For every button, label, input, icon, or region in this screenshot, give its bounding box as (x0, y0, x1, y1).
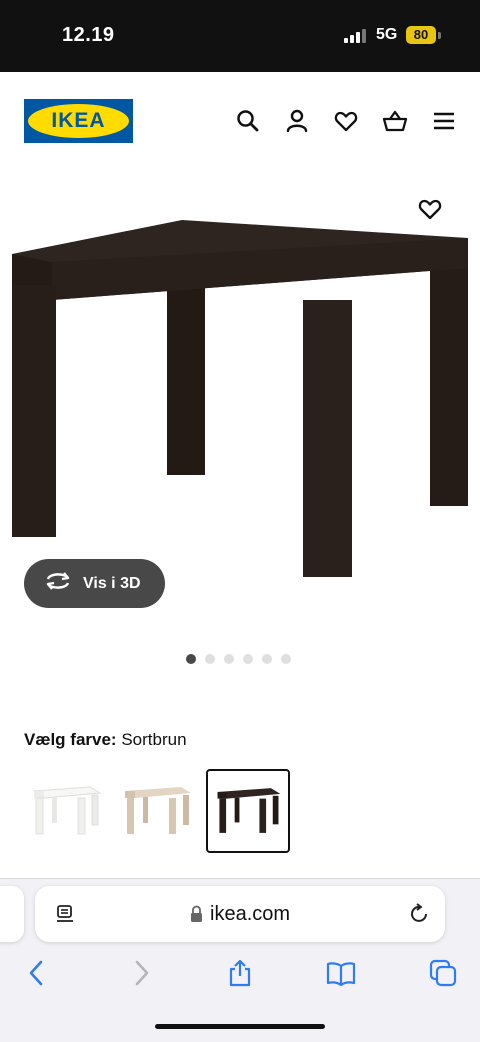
view-in-3d-button[interactable]: Vis i 3D (24, 559, 165, 608)
back-icon[interactable] (22, 958, 52, 988)
color-swatch-oak[interactable] (115, 769, 199, 853)
gallery-dot[interactable] (186, 654, 196, 664)
selected-color-name: Sortbrun (121, 730, 187, 749)
url-text[interactable]: ikea.com (210, 903, 290, 926)
product-image[interactable] (0, 180, 480, 600)
rotate-3d-icon (44, 570, 72, 597)
search-icon[interactable] (235, 108, 261, 134)
network-type: 5G (376, 26, 398, 43)
color-swatch-white[interactable] (24, 769, 108, 853)
heart-icon[interactable] (333, 108, 359, 134)
signal-icon (344, 29, 368, 43)
tabs-icon[interactable] (428, 958, 458, 988)
ikea-logo[interactable]: IKEA (24, 99, 133, 143)
logo-oval: IKEA (28, 104, 129, 138)
gallery-dot[interactable] (281, 654, 291, 664)
forward-icon[interactable] (126, 958, 156, 988)
lock-icon (190, 905, 203, 922)
battery-tip (438, 32, 441, 39)
reload-icon[interactable] (407, 902, 431, 926)
logo-text: IKEA (51, 109, 106, 132)
view-in-3d-label: Vis i 3D (83, 574, 141, 592)
status-bar: 12.19 5G 80 (0, 0, 480, 72)
gallery-dot[interactable] (262, 654, 272, 664)
bookmarks-icon[interactable] (326, 958, 356, 988)
gallery-dot[interactable] (205, 654, 215, 664)
status-time: 12.19 (62, 24, 115, 46)
color-picker-label: Vælg farve: Sortbrun (24, 730, 187, 750)
favorite-heart-icon[interactable] (417, 196, 443, 222)
gallery-dot[interactable] (243, 654, 253, 664)
color-label-key: Vælg farve: (24, 730, 117, 749)
reader-icon[interactable] (54, 903, 76, 925)
gallery-pagination (186, 654, 291, 664)
home-indicator (155, 1024, 325, 1029)
color-swatch-black-brown[interactable] (206, 769, 290, 853)
gallery-dot[interactable] (224, 654, 234, 664)
previous-tab-preview[interactable] (0, 886, 24, 942)
basket-icon[interactable] (382, 108, 408, 134)
battery-icon: 80 (406, 26, 436, 44)
menu-icon[interactable] (431, 108, 457, 134)
share-icon[interactable] (225, 958, 255, 988)
account-icon[interactable] (284, 108, 310, 134)
